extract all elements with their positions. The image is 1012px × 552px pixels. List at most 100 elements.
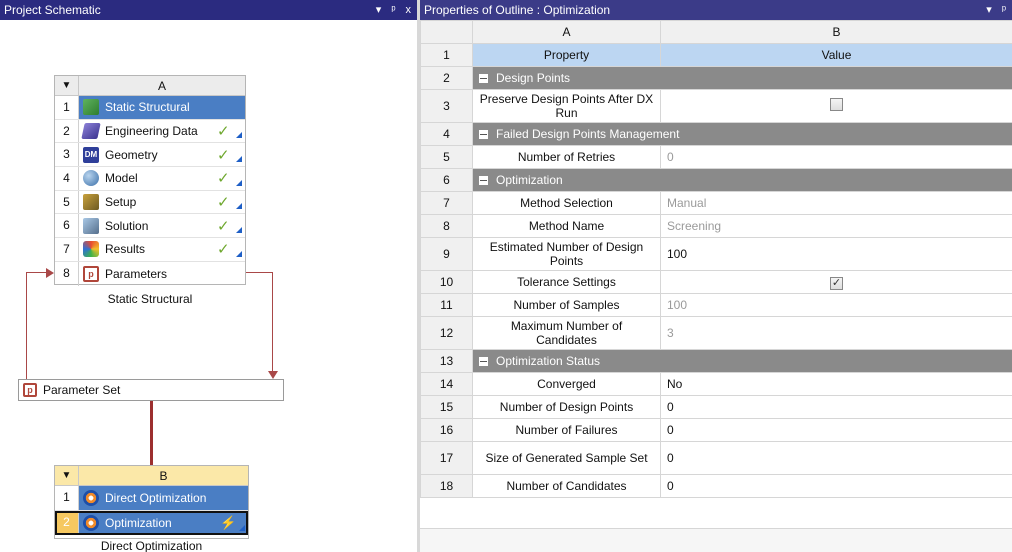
system-b-block[interactable]: ▼ B 1 Direct Optimization 2 Optimization…	[54, 465, 249, 539]
property-value[interactable]: 0	[660, 441, 1012, 475]
property-row[interactable]: 1 Property Value	[420, 43, 1012, 67]
up-to-date-check-icon: ✓	[217, 146, 230, 164]
up-to-date-check-icon: ✓	[217, 194, 230, 212]
property-value[interactable]: No	[660, 372, 1012, 396]
panel-menu-icon[interactable]: ▾	[376, 0, 382, 20]
cell-label: Geometry	[105, 147, 158, 162]
property-row[interactable]: 12 Maximum Number of Candidates 3	[420, 316, 1012, 350]
property-row[interactable]: 18 Number of Candidates 0	[420, 474, 1012, 498]
system-b-caption[interactable]: Direct Optimization	[54, 540, 249, 552]
parameter-set-bar[interactable]: p Parameter Set	[18, 379, 284, 401]
property-name: Tolerance Settings	[472, 270, 661, 294]
property-row[interactable]: 15 Number of Design Points 0	[420, 395, 1012, 419]
collapse-minus-icon[interactable]	[479, 130, 488, 140]
pin-icon[interactable]: ᵖ	[391, 0, 395, 20]
group-label: Design Points	[496, 71, 571, 85]
group-header[interactable]: Design Points	[472, 66, 1012, 90]
property-name: Maximum Number of Candidates	[472, 316, 661, 350]
cell-number: 2	[55, 510, 79, 535]
property-row[interactable]: 8 Method Name Screening	[420, 214, 1012, 238]
property-value[interactable]: 0	[660, 145, 1012, 169]
property-name: Number of Candidates	[472, 474, 661, 498]
property-value[interactable]: 0	[660, 395, 1012, 419]
property-row[interactable]: 13 Optimization Status	[420, 349, 1012, 373]
collapse-minus-icon[interactable]	[479, 74, 488, 84]
cell-corner-icon	[233, 191, 245, 214]
panel-controls: ▾ ᵖ x	[376, 0, 411, 20]
property-value[interactable]: 0	[660, 418, 1012, 442]
property-row[interactable]: 10 Tolerance Settings ✓	[420, 270, 1012, 294]
property-row[interactable]: 3 Preserve Design Points After DX Run	[420, 89, 1012, 123]
cell-model[interactable]: 4 Model ✓	[55, 167, 245, 191]
property-row[interactable]: 9 Estimated Number of Design Points 100	[420, 237, 1012, 271]
row-number: 12	[420, 316, 473, 350]
engineering-data-icon	[81, 123, 101, 140]
project-schematic-panel: Project Schematic ▾ ᵖ x ▼ A 1 Static Str…	[0, 0, 417, 552]
property-value[interactable]: 0	[660, 474, 1012, 498]
cell-optimization[interactable]: 2 Optimization ⚡	[55, 510, 248, 535]
cell-geometry[interactable]: 3 DM Geometry ✓	[55, 143, 245, 168]
checkbox-checked[interactable]: ✓	[830, 276, 843, 290]
close-icon[interactable]: x	[406, 0, 412, 20]
system-a-block[interactable]: ▼ A 1 Static Structural 2 Engineering Da…	[54, 75, 246, 286]
cell-corner-icon	[233, 167, 245, 190]
cell-static-structural[interactable]: 1 Static Structural	[55, 96, 245, 120]
property-name: Preserve Design Points After DX Run	[472, 89, 661, 123]
row-number: 2	[420, 66, 473, 90]
property-row[interactable]: 5 Number of Retries 0	[420, 145, 1012, 169]
property-row[interactable]: 11 Number of Samples 100	[420, 293, 1012, 317]
collapse-minus-icon[interactable]	[479, 357, 488, 367]
property-value[interactable]: Screening	[660, 214, 1012, 238]
property-row[interactable]: 7 Method Selection Manual	[420, 191, 1012, 215]
property-value[interactable]: 3	[660, 316, 1012, 350]
row-number: 8	[420, 214, 473, 238]
collapse-minus-icon[interactable]	[479, 176, 488, 186]
group-header[interactable]: Optimization	[472, 168, 1012, 192]
cell-results[interactable]: 7 Results ✓	[55, 238, 245, 262]
panel-menu-icon[interactable]: ▾	[986, 0, 992, 20]
optimization-icon	[83, 514, 99, 531]
property-name: Size of Generated Sample Set	[472, 441, 661, 475]
system-b-column-label: B	[159, 469, 168, 483]
direct-optimization-icon	[83, 489, 99, 506]
row-number: 16	[420, 418, 473, 442]
cell-solution[interactable]: 6 Solution ✓	[55, 214, 245, 239]
system-b-header: ▼ B	[55, 466, 248, 486]
property-row[interactable]: 17 Size of Generated Sample Set 0	[420, 441, 1012, 475]
checkbox-unchecked[interactable]	[830, 98, 843, 111]
property-value-cell	[660, 89, 1012, 123]
system-a-caption[interactable]: Static Structural	[54, 292, 246, 306]
system-a-header: ▼ A	[55, 76, 245, 96]
cell-engineering-data[interactable]: 2 Engineering Data ✓	[55, 119, 245, 144]
property-value[interactable]: Manual	[660, 191, 1012, 215]
cell-setup[interactable]: 5 Setup ✓	[55, 190, 245, 215]
cell-direct-optimization[interactable]: 1 Direct Optimization	[55, 486, 248, 511]
properties-table: A B 1 Property Value 2 Design Points 3 Preserv…	[420, 20, 1012, 498]
geometry-icon: DM	[83, 146, 99, 163]
property-row[interactable]: 4 Failed Design Points Management	[420, 122, 1012, 146]
project-schematic-titlebar: Project Schematic ▾ ᵖ x	[0, 0, 417, 20]
property-value[interactable]: 100	[660, 237, 1012, 271]
link-wire	[272, 272, 273, 376]
column-header-a[interactable]: A	[472, 20, 661, 44]
group-header[interactable]: Failed Design Points Management	[472, 122, 1012, 146]
collapse-caret-icon[interactable]: ▼	[55, 466, 79, 485]
property-value[interactable]: 100	[660, 293, 1012, 317]
link-arrow-icon	[46, 268, 54, 278]
up-to-date-check-icon: ✓	[217, 123, 230, 141]
property-row[interactable]: 6 Optimization	[420, 168, 1012, 192]
cell-label: Solution	[105, 218, 149, 233]
row-number: 10	[420, 270, 473, 294]
group-header[interactable]: Optimization Status	[472, 349, 1012, 373]
pin-icon[interactable]: ᵖ	[1002, 0, 1006, 20]
property-row[interactable]: 16 Number of Failures 0	[420, 418, 1012, 442]
property-row[interactable]: 14 Converged No	[420, 372, 1012, 396]
cell-parameters[interactable]: 8 p Parameters	[55, 261, 245, 286]
value-header: Value	[660, 43, 1012, 67]
properties-titlebar: Properties of Outline : Optimization ▾ ᵖ	[420, 0, 1012, 20]
column-header-b[interactable]: B	[660, 20, 1012, 44]
cell-number: 3	[55, 143, 79, 167]
collapse-caret-icon[interactable]: ▼	[55, 76, 79, 95]
property-row[interactable]: 2 Design Points	[420, 66, 1012, 90]
cell-label: Engineering Data	[105, 124, 198, 139]
